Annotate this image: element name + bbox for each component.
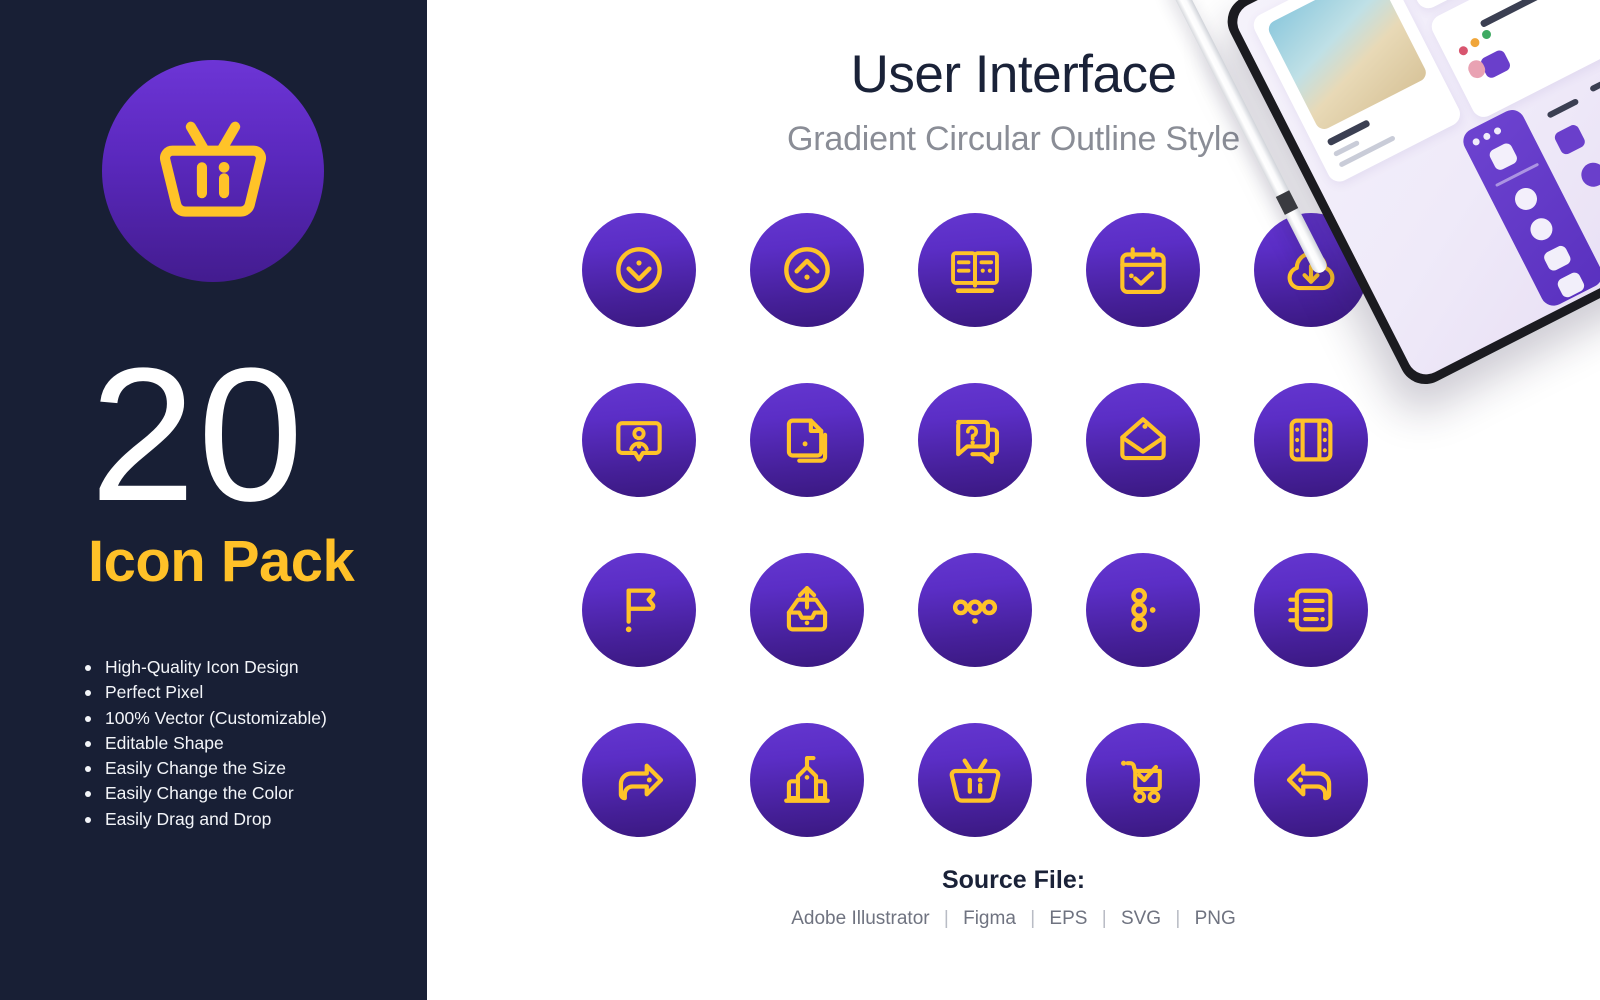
source-file-formats: Adobe Illustrator | Figma | EPS | SVG | …	[427, 908, 1600, 930]
icon-tile-upload-box[interactable]	[750, 553, 864, 667]
icon-grid	[582, 213, 1450, 837]
logo-badge	[102, 60, 324, 282]
icon-tile-reply-arrow[interactable]	[1254, 723, 1368, 837]
feature-list: High-Quality Icon Design Perfect Pixel 1…	[82, 655, 327, 832]
shopping-basket-icon	[944, 749, 1006, 811]
open-book-icon	[944, 239, 1006, 301]
page-subtitle: Gradient Circular Outline Style	[427, 120, 1600, 159]
icon-tile-calendar-check[interactable]	[1086, 213, 1200, 327]
icon-tile-more-vertical[interactable]	[1086, 553, 1200, 667]
copy-documents-icon	[776, 409, 838, 471]
format-separator: |	[1021, 908, 1044, 929]
cart-check-icon	[1112, 749, 1174, 811]
flag-icon	[608, 579, 670, 641]
source-file-title: Source File:	[427, 866, 1600, 895]
icon-tile-film-strip[interactable]	[1254, 383, 1368, 497]
bank-building-icon	[776, 749, 838, 811]
icon-tile-more-horizontal[interactable]	[918, 553, 1032, 667]
format-eps: EPS	[1049, 908, 1087, 929]
chevron-down-circle-icon	[608, 239, 670, 301]
page-title: User Interface	[427, 44, 1600, 105]
format-svg: SVG	[1121, 908, 1161, 929]
icon-tile-cloud-download[interactable]	[1254, 213, 1368, 327]
icon-tile-bank-building[interactable]	[750, 723, 864, 837]
feature-item: Editable Shape	[82, 731, 327, 756]
icon-tile-forward-arrow[interactable]	[582, 723, 696, 837]
icon-tile-user-card[interactable]	[582, 383, 696, 497]
feature-item: Perfect Pixel	[82, 680, 327, 705]
more-vertical-icon	[1112, 579, 1174, 641]
format-separator: |	[935, 908, 958, 929]
question-chat-icon	[944, 409, 1006, 471]
forward-arrow-icon	[608, 749, 670, 811]
icon-tile-open-book[interactable]	[918, 213, 1032, 327]
icon-tile-chevron-down-circle[interactable]	[582, 213, 696, 327]
pack-label: Icon Pack	[88, 528, 354, 595]
icon-tile-open-envelope[interactable]	[1086, 383, 1200, 497]
film-strip-icon	[1280, 409, 1342, 471]
format-separator: |	[1093, 908, 1116, 929]
reply-arrow-icon	[1280, 749, 1342, 811]
format-figma: Figma	[963, 908, 1016, 929]
notebook-icon	[1280, 579, 1342, 641]
feature-item: Easily Change the Color	[82, 781, 327, 806]
feature-item: 100% Vector (Customizable)	[82, 706, 327, 731]
user-card-icon	[608, 409, 670, 471]
shopping-basket-icon	[154, 112, 272, 230]
sidebar: 20 Icon Pack High-Quality Icon Design Pe…	[0, 0, 427, 1000]
icon-count: 20	[90, 345, 305, 526]
icon-tile-notebook[interactable]	[1254, 553, 1368, 667]
format-adobe-illustrator: Adobe Illustrator	[791, 908, 929, 929]
upload-box-icon	[776, 579, 838, 641]
icon-tile-chevron-up-circle[interactable]	[750, 213, 864, 327]
format-png: PNG	[1195, 908, 1236, 929]
calendar-check-icon	[1112, 239, 1174, 301]
cloud-download-icon	[1280, 239, 1342, 301]
open-envelope-icon	[1112, 409, 1174, 471]
icon-tile-flag[interactable]	[582, 553, 696, 667]
main-panel: User Interface Gradient Circular Outline…	[427, 0, 1600, 1000]
icon-tile-shopping-basket[interactable]	[918, 723, 1032, 837]
icon-tile-cart-check[interactable]	[1086, 723, 1200, 837]
feature-item: Easily Drag and Drop	[82, 807, 327, 832]
more-horizontal-icon	[944, 579, 1006, 641]
feature-item: Easily Change the Size	[82, 756, 327, 781]
feature-item: High-Quality Icon Design	[82, 655, 327, 680]
icon-tile-copy-documents[interactable]	[750, 383, 864, 497]
icon-tile-question-chat[interactable]	[918, 383, 1032, 497]
format-separator: |	[1166, 908, 1189, 929]
chevron-up-circle-icon	[776, 239, 838, 301]
